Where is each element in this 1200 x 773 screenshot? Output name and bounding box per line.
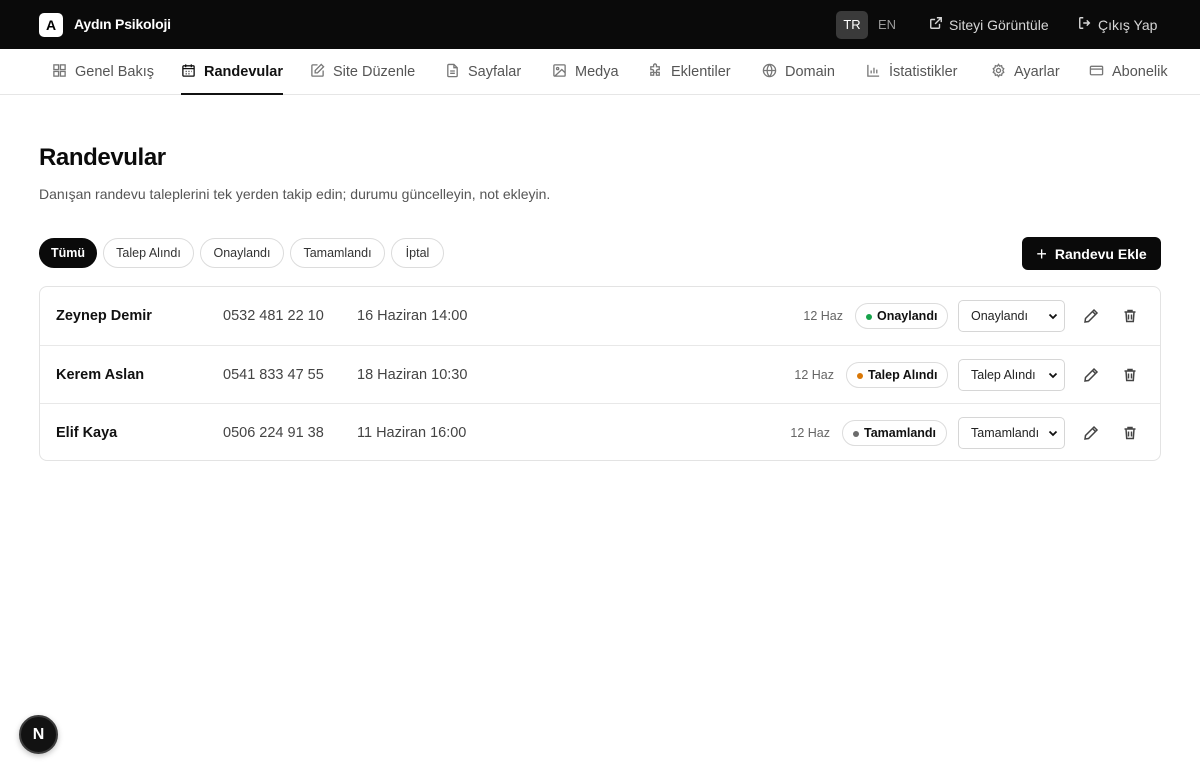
nav-label: Medya (575, 64, 619, 80)
nav-item-medya[interactable]: Medya (552, 49, 619, 95)
delete-button[interactable] (1122, 425, 1138, 441)
logout-link[interactable]: Çıkış Yap (1078, 16, 1157, 33)
status-label: Tamamlandı (864, 426, 937, 440)
nav-item-sayfalar[interactable]: Sayfalar (445, 49, 521, 95)
created-date: 12 Haz (803, 309, 843, 323)
nav-label: Ayarlar (1014, 64, 1060, 80)
appointments-table: Zeynep Demir 0532 481 22 10 16 Haziran 1… (39, 286, 1161, 461)
page-subtitle: Danışan randevu taleplerini tek yerden t… (39, 186, 551, 202)
client-phone: 0532 481 22 10 (223, 308, 324, 324)
nav-label: İstatistikler (889, 64, 958, 80)
nav-label: Site Düzenle (333, 64, 416, 80)
nav-item-abonelik[interactable]: Abonelik (1089, 49, 1168, 95)
chevron-down-icon (1048, 372, 1058, 379)
nav-label: Randevular (204, 64, 283, 80)
nav-label: Sayfalar (468, 64, 522, 80)
view-site-link[interactable]: Siteyi Görüntüle (929, 16, 1049, 33)
nav-label: Genel Bakış (75, 64, 154, 80)
appointment-date: 16 Haziran 14:00 (357, 308, 468, 324)
brand-name[interactable]: Aydın Psikoloji (74, 16, 171, 32)
filter-chip-onaylandi[interactable]: Onaylandı (200, 238, 284, 268)
status-select-value: Talep Alındı (971, 368, 1036, 382)
edit-button[interactable] (1083, 367, 1099, 383)
top-bar: A Aydın Psikoloji TR EN Siteyi Görüntüle… (0, 0, 1200, 49)
status-dot (857, 373, 863, 379)
external-link-icon (929, 16, 943, 33)
puzzle-icon (648, 62, 663, 82)
pencil-icon (1084, 425, 1099, 440)
logout-icon (1078, 16, 1092, 33)
logout-label: Çıkış Yap (1098, 16, 1158, 33)
logo[interactable]: A (39, 13, 63, 37)
dev-tools-badge[interactable]: N (19, 715, 58, 754)
file-icon (445, 63, 460, 82)
edit-button[interactable] (1083, 308, 1099, 324)
client-name: Kerem Aslan (56, 367, 145, 383)
edit-button[interactable] (1083, 425, 1099, 441)
trash-icon (1124, 368, 1136, 382)
main-nav: Genel Bakış Randevular Site Düzenle Sayf… (0, 49, 1200, 95)
lang-en-button[interactable]: EN (871, 11, 903, 39)
filter-chip-tamamlandi[interactable]: Tamamlandı (290, 238, 385, 268)
status-select[interactable]: Talep Alındı (958, 359, 1065, 391)
table-row[interactable]: Elif Kaya 0506 224 91 38 11 Haziran 16:0… (40, 403, 1160, 460)
grid-icon (52, 63, 67, 82)
trash-icon (1124, 426, 1136, 440)
globe-icon (762, 63, 777, 82)
add-appointment-button[interactable]: + Randevu Ekle (1022, 237, 1161, 270)
chevron-down-icon (1048, 430, 1058, 437)
edit-icon (310, 62, 325, 82)
image-icon (552, 63, 567, 82)
gear-icon (991, 62, 1006, 82)
client-name: Zeynep Demir (56, 308, 152, 324)
nav-item-site-duzenle[interactable]: Site Düzenle (310, 49, 415, 95)
calendar-icon (181, 63, 196, 82)
status-badge: Tamamlandı (842, 420, 948, 446)
status-label: Talep Alındı (868, 368, 938, 382)
table-row[interactable]: Kerem Aslan 0541 833 47 55 18 Haziran 10… (40, 345, 1160, 403)
nav-label: Abonelik (1112, 64, 1168, 80)
nav-item-randevular[interactable]: Randevular (181, 49, 283, 95)
page-title: Randevular (39, 144, 166, 171)
created-date: 12 Haz (790, 426, 830, 440)
client-phone: 0506 224 91 38 (223, 425, 324, 441)
client-phone: 0541 833 47 55 (223, 367, 324, 383)
trash-icon (1124, 309, 1136, 323)
status-select-value: Tamamlandı (971, 426, 1040, 440)
nav-item-genel-bakis[interactable]: Genel Bakış (52, 49, 154, 95)
status-badge: Onaylandı (855, 303, 949, 329)
nav-label: Domain (785, 64, 835, 80)
nav-item-istatistikler[interactable]: İstatistikler (866, 49, 958, 95)
pencil-icon (1084, 308, 1099, 323)
delete-button[interactable] (1122, 367, 1138, 383)
appointment-date: 11 Haziran 16:00 (357, 425, 467, 441)
status-select[interactable]: Onaylandı (958, 300, 1065, 332)
status-label: Onaylandı (877, 309, 938, 323)
status-select-value: Onaylandı (971, 309, 1028, 323)
delete-button[interactable] (1122, 308, 1138, 324)
view-site-label: Siteyi Görüntüle (949, 16, 1049, 33)
table-row[interactable]: Zeynep Demir 0532 481 22 10 16 Haziran 1… (40, 287, 1160, 345)
status-dot (853, 431, 859, 437)
status-badge: Talep Alındı (846, 362, 949, 388)
filter-chip-talep-alindi[interactable]: Talep Alındı (103, 238, 194, 268)
appointment-date: 18 Haziran 10:30 (357, 367, 468, 383)
bar-chart-icon (866, 63, 881, 82)
credit-card-icon (1089, 63, 1104, 82)
status-select[interactable]: Tamamlandı (958, 417, 1065, 449)
filter-chip-iptal[interactable]: İptal (391, 238, 444, 268)
client-name: Elif Kaya (56, 425, 118, 441)
pencil-icon (1084, 367, 1099, 382)
nav-label: Eklentiler (671, 64, 731, 80)
filter-chip-tumu[interactable]: Tümü (39, 238, 97, 268)
add-appointment-label: Randevu Ekle (1054, 245, 1147, 262)
nav-item-ayarlar[interactable]: Ayarlar (991, 49, 1060, 95)
chevron-down-icon (1048, 313, 1058, 320)
lang-tr-button[interactable]: TR (836, 11, 868, 39)
created-date: 12 Haz (794, 368, 834, 382)
plus-icon: + (1036, 243, 1047, 264)
nav-item-domain[interactable]: Domain (762, 49, 835, 95)
status-dot (866, 314, 872, 320)
nav-item-eklentiler[interactable]: Eklentiler (648, 49, 731, 95)
